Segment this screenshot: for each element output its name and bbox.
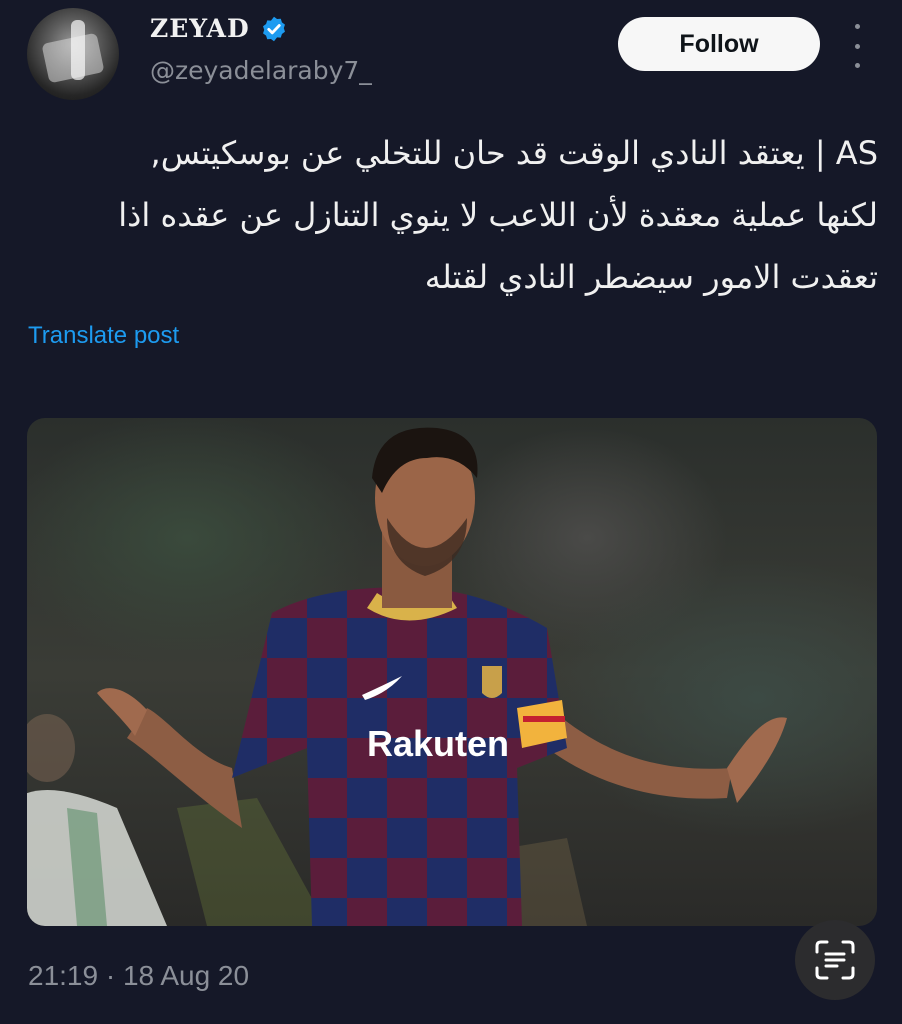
author-handle[interactable]: @zeyadelaraby7_	[150, 56, 372, 85]
more-dot	[854, 43, 860, 49]
more-vertical-icon[interactable]	[850, 24, 864, 68]
verified-badge-icon	[262, 16, 285, 41]
player-head	[372, 427, 478, 608]
translate-post-link[interactable]: Translate post	[28, 322, 179, 350]
avatar-figure-highlight	[71, 20, 85, 80]
avatar[interactable]	[27, 8, 119, 100]
text-scan-button[interactable]	[795, 920, 875, 1000]
player-photo-illustration: Rakuten	[27, 427, 787, 926]
author-name[interactable]: ZEYAD	[150, 14, 250, 43]
more-dot	[854, 24, 860, 29]
tweet-timestamp[interactable]: 21:19 · 18 Aug 20	[28, 960, 249, 992]
author-name-row: ZEYAD	[150, 14, 288, 43]
jersey-sponsor: Rakuten	[367, 723, 509, 764]
more-dot	[854, 63, 860, 68]
tweet-photo[interactable]: Rakuten	[27, 418, 877, 926]
follow-button[interactable]: Follow	[618, 17, 820, 71]
tweet-text: AS | يعتقد النادي الوقت قد حان للتخلي عن…	[118, 134, 878, 296]
text-scan-icon	[815, 940, 855, 980]
club-crest-icon	[482, 666, 502, 698]
